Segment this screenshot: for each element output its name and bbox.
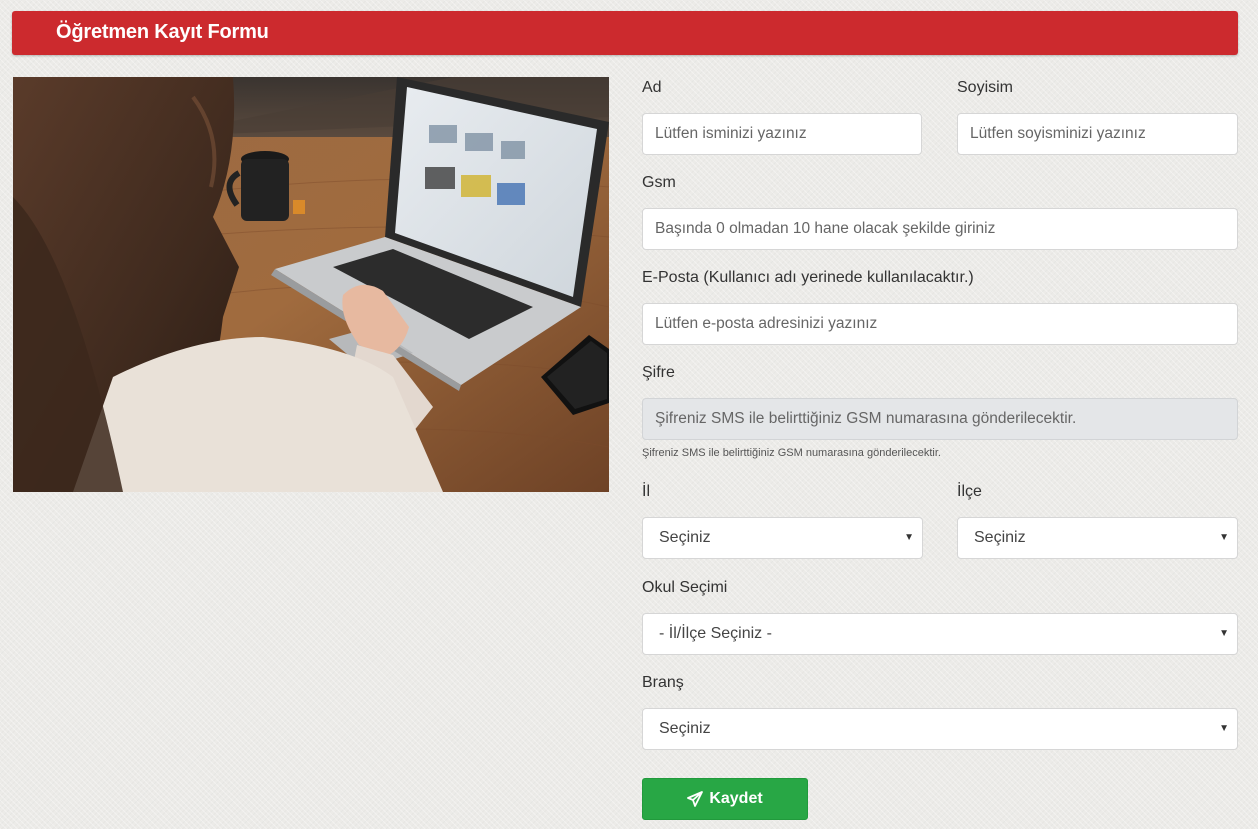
email-input[interactable]: Lütfen e-posta adresinizi yazınız — [642, 303, 1238, 345]
district-label: İlçe — [957, 483, 982, 500]
password-label: Şifre — [642, 364, 675, 381]
submit-label: Kaydet — [709, 790, 763, 807]
school-select-value: - İl/İlçe Seçiniz - — [659, 625, 772, 642]
paper-plane-icon — [687, 791, 704, 807]
password-input: Şifreniz SMS ile belirttiğiniz GSM numar… — [642, 398, 1238, 440]
province-label: İl — [642, 483, 650, 500]
chevron-down-icon: ▼ — [1219, 532, 1229, 543]
province-select-value: Seçiniz — [659, 529, 711, 546]
last-name-label: Soyisim — [957, 79, 1014, 96]
school-label: Okul Seçimi — [642, 579, 728, 596]
first-name-label: Ad — [642, 79, 662, 96]
gsm-label: Gsm — [642, 174, 676, 191]
password-help-text: Şifreniz SMS ile belirttiğiniz GSM numar… — [642, 447, 941, 459]
page-title: Öğretmen Kayıt Formu — [56, 21, 269, 43]
hero-photo — [13, 77, 609, 492]
page-header: Öğretmen Kayıt Formu — [12, 11, 1238, 55]
branch-select[interactable]: Seçiniz ▼ — [642, 708, 1238, 750]
chevron-down-icon: ▼ — [904, 532, 914, 543]
school-select[interactable]: - İl/İlçe Seçiniz - ▼ — [642, 613, 1238, 655]
district-select-value: Seçiniz — [974, 529, 1026, 546]
chevron-down-icon: ▼ — [1219, 723, 1229, 734]
last-name-input[interactable]: Lütfen soyisminizi yazınız — [957, 113, 1238, 155]
branch-label: Branş — [642, 674, 684, 691]
province-select[interactable]: Seçiniz ▼ — [642, 517, 923, 559]
email-label: E-Posta (Kullanıcı adı yerinede kullanıl… — [642, 269, 974, 286]
district-select[interactable]: Seçiniz ▼ — [957, 517, 1238, 559]
submit-button[interactable]: Kaydet — [642, 778, 808, 820]
chevron-down-icon: ▼ — [1219, 628, 1229, 639]
first-name-input[interactable]: Lütfen isminizi yazınız — [642, 113, 922, 155]
gsm-input[interactable]: Başında 0 olmadan 10 hane olacak şekilde… — [642, 208, 1238, 250]
branch-select-value: Seçiniz — [659, 720, 711, 737]
